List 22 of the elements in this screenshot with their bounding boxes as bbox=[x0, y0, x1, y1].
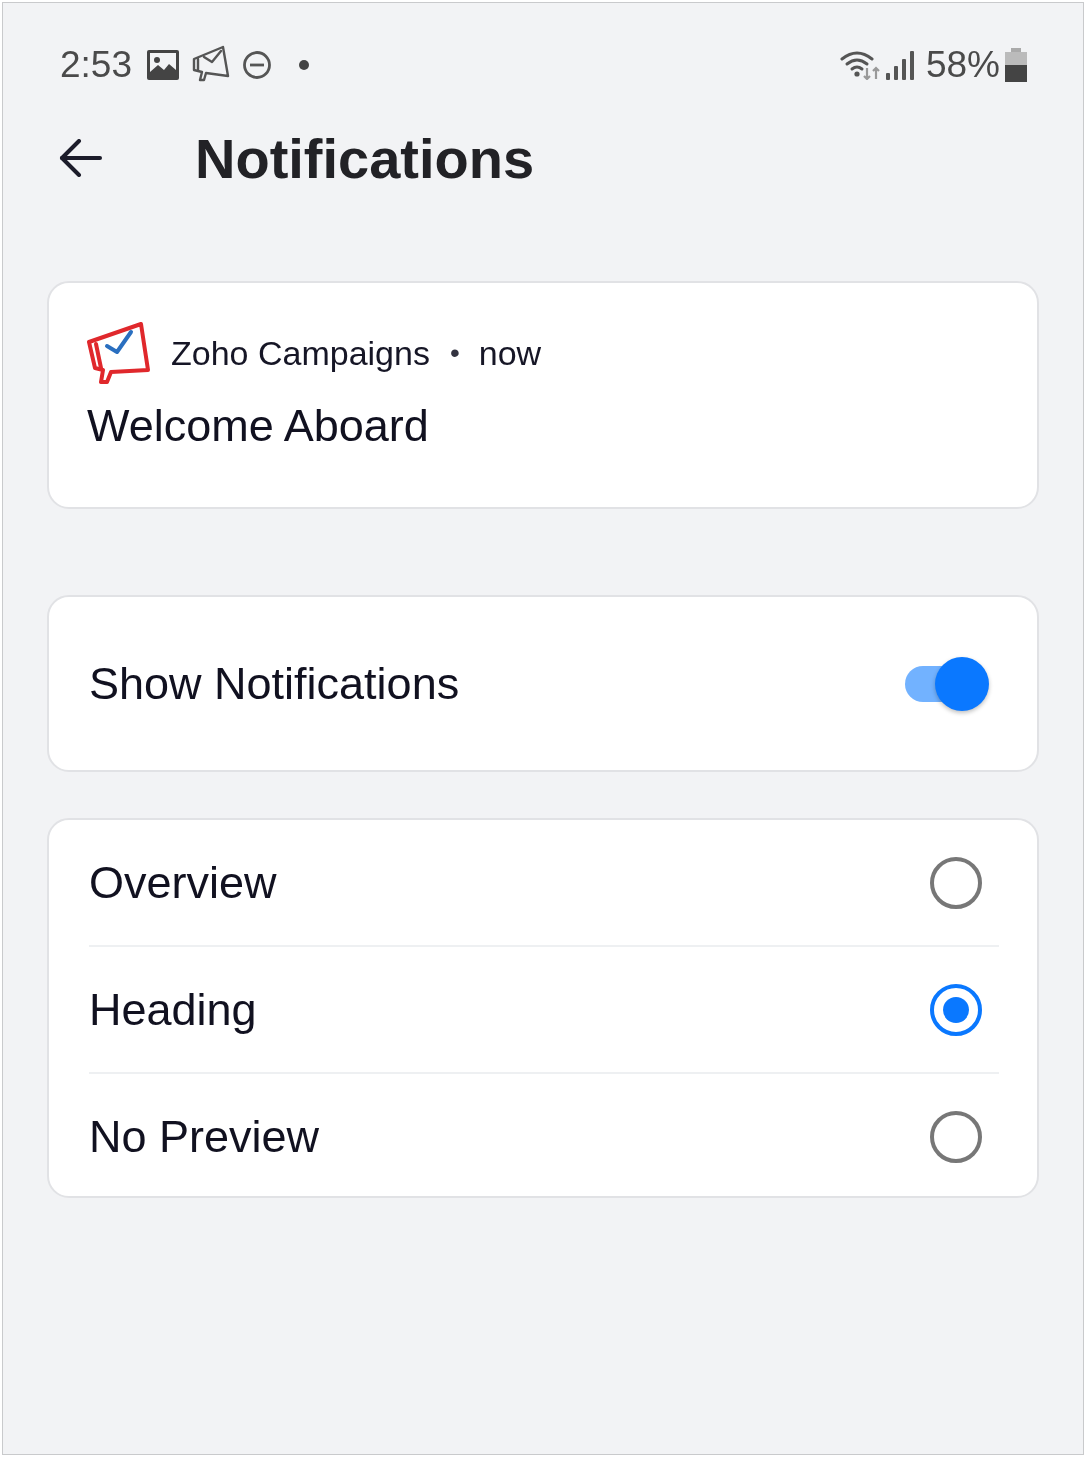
notification-title: Welcome Aboard bbox=[87, 400, 430, 452]
setting-label: Show Notifications bbox=[89, 657, 460, 710]
toggle-switch[interactable] bbox=[905, 655, 989, 712]
notification-time: now bbox=[478, 333, 542, 373]
option-label: Overview bbox=[89, 856, 277, 909]
cellular-signal-icon bbox=[885, 50, 914, 80]
megaphone-icon bbox=[192, 44, 230, 82]
notification-dot-icon bbox=[299, 60, 309, 70]
separator-dot: • bbox=[449, 337, 460, 369]
app-name: Zoho Campaigns bbox=[171, 333, 430, 373]
radio-button[interactable] bbox=[930, 983, 982, 1036]
page-title: Notifications bbox=[195, 125, 535, 191]
image-icon bbox=[147, 50, 179, 80]
megaphone-logo-icon bbox=[87, 322, 151, 384]
battery-icon bbox=[1005, 48, 1027, 82]
do-not-disturb-icon bbox=[242, 50, 272, 80]
option-label: Heading bbox=[89, 983, 257, 1036]
option-label: No Preview bbox=[89, 1110, 320, 1163]
status-time: 2:53 bbox=[60, 44, 132, 86]
radio-button[interactable] bbox=[930, 1110, 982, 1163]
radio-button[interactable] bbox=[930, 856, 982, 909]
battery-percentage: 58% bbox=[925, 44, 1000, 86]
